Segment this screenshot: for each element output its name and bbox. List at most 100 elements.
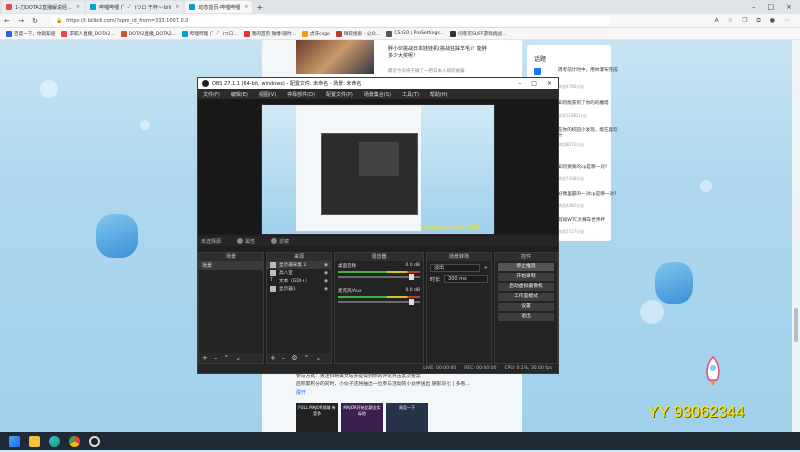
minimize-icon[interactable]: – [518,80,521,87]
remove-icon[interactable]: – [214,354,218,362]
bookmark-item[interactable]: 我的首页 微博-随时... [243,30,296,37]
profile-icon[interactable]: ● [770,17,775,25]
bookmark-icon [6,30,12,37]
obs-logo-icon [202,80,209,87]
close-icon[interactable]: × [244,4,248,10]
bookmark-item[interactable]: 求职人直播_DOTA2... [61,30,115,37]
bookmark-item[interactable]: 微软搜索 - 公众... [335,30,380,37]
image-card[interactable]: 周至一下 [386,403,428,432]
studio-mode-button[interactable]: 工作室模式 [498,293,554,301]
windows-start-icon[interactable] [9,435,20,447]
scene-item[interactable]: 场景 [199,261,263,270]
chrome-icon[interactable] [69,435,80,447]
refresh-icon[interactable]: ↻ [28,17,42,25]
edge-browser-icon[interactable] [49,435,60,447]
trending-item[interactable]: 周考前计时中，用林瀑布完成 [558,68,618,74]
gear-icon[interactable]: ⚙ [291,354,297,362]
maximize-icon[interactable]: □ [531,80,537,87]
settings-button[interactable]: 设置 [498,303,554,311]
bookmark-item[interactable]: 哔哩哔哩 (゜-゜)つロ... [181,30,238,37]
page-scrollbar[interactable] [794,308,798,342]
bookmark-item[interactable]: CS:GO | ProSettings... [386,30,444,37]
sources-footer: + – ⚙ ⌃ ⌄ [267,353,331,363]
volume-slider[interactable] [338,299,420,305]
move-down-icon[interactable]: ⌄ [235,354,241,362]
expand-link[interactable]: 展开 [296,389,306,396]
exit-button[interactable]: 退出 [498,313,554,321]
volume-slider[interactable] [338,274,420,280]
source-item[interactable]: T 文本（GDI+） ◉ [267,277,331,285]
menu-tools[interactable]: 工具(T) [402,91,419,98]
remove-icon[interactable]: – [282,354,286,362]
browser-tab-active[interactable]: 动态首页-哔哩哔哩 × [185,1,253,13]
forward-icon[interactable]: → [14,17,28,25]
article-title[interactable]: 胖小伙挑战日本娃娃机(挑战狂踩羊毛)！能胖多少大奖呢！ [388,46,488,60]
move-up-icon[interactable]: ⌃ [223,354,229,362]
add-icon[interactable]: + [484,265,488,271]
video-thumbnail[interactable] [296,40,374,74]
maximize-icon[interactable]: □ [768,3,775,11]
move-up-icon[interactable]: ⌃ [304,354,310,362]
filters-button[interactable]: 滤镜 [271,238,289,245]
url-input[interactable]: 🔒 https://t.bilibili.com/?spm_id_from=333… [50,15,610,26]
obs-titlebar[interactable]: OBS 27.1.1 (64-bit, windows) - 配置文件: 未命名… [198,78,558,89]
menu-edit[interactable]: 编辑(E) [231,91,248,98]
source-item[interactable]: 显示器1 ◉ [267,285,331,293]
menu-profile[interactable]: 配置文件(P) [326,91,353,98]
eye-icon[interactable]: ◉ [324,287,328,292]
transition-select[interactable]: 淡出 [430,264,480,272]
obs-preview[interactable]: YY 93062344 铁血三国雪 [198,99,558,235]
collections-icon[interactable]: ❐ [742,17,747,25]
bookmark-icon [386,30,393,37]
eye-icon[interactable]: ◉ [324,279,328,284]
bookmark-item[interactable]: DOTA2直播_DOTA2... [120,30,176,37]
close-icon[interactable]: × [175,4,179,10]
add-icon[interactable]: + [202,354,208,362]
menu-view[interactable]: 视图(V) [259,91,276,98]
add-icon[interactable]: + [270,354,276,362]
image-card[interactable]: MAJOR开始比赛全实际地 [341,403,383,432]
menu-file[interactable]: 文件(F) [203,91,220,98]
trending-item[interactable]: 好像里最的一对cp是哪一对? [558,192,618,198]
bookmark-item[interactable]: 问卷可SUFF游戏挑战... [450,30,506,37]
browser-tab[interactable]: 哔哩哔哩 (゜-゜)つロ 干杯~-bili × [86,1,184,13]
trending-stat: 浏览8672讨论 [558,142,585,147]
close-icon[interactable]: × [786,3,792,11]
file-explorer-icon[interactable] [29,435,40,447]
minimize-icon[interactable]: – [752,3,756,11]
bookmark-icon [243,30,250,37]
obs-taskbar-icon[interactable] [89,435,100,447]
menu-scene-collection[interactable]: 场景集合(S) [364,91,391,98]
trending-item[interactable]: 假如WTC大赛车世界杯 [558,218,618,224]
page-scrollbar-track [792,40,800,432]
properties-button[interactable]: 属性 [237,238,255,245]
stop-streaming-button[interactable]: 停止推流 [498,263,554,271]
start-recording-button[interactable]: 开始录制 [498,273,554,281]
close-icon[interactable]: × [547,80,552,87]
plus-icon[interactable]: + [256,3,263,12]
back-icon[interactable]: ← [0,17,14,25]
source-item[interactable]: 高八室 ◉ [267,269,331,277]
topic-icon [534,68,541,75]
eye-icon[interactable]: ◉ [324,263,328,268]
more-icon[interactable]: ⋯ [784,17,790,25]
trending-item[interactable]: 在你的校园小发现，能在喜欢什 [558,128,618,140]
transitions-header: 场景转场 [427,253,491,261]
move-down-icon[interactable]: ⌄ [316,354,322,362]
eye-icon[interactable]: ◉ [324,271,328,276]
duration-input[interactable]: 300 ms [444,275,488,283]
source-item[interactable]: 显示器采集 2 ◉ [267,261,331,269]
close-icon[interactable]: × [76,4,80,10]
trending-item[interactable]: 如何要真的cp是哪一对? [558,165,618,171]
menu-docks[interactable]: 停靠部件(D) [287,91,315,98]
bookmark-item[interactable]: 虎牙csgo [301,30,330,37]
read-aloud-icon[interactable]: A [715,17,719,25]
browser-tab[interactable]: 1-刀DOTA2直播解说经... × [2,1,85,13]
bookmark-item[interactable]: 百度一下，你就知道 [6,30,55,37]
trending-item[interactable]: 如何能获到了你的的魔塔 [558,101,618,107]
start-virtual-camera-button[interactable]: 启动虚拟摄像机 [498,283,554,291]
image-card[interactable]: FULL MAJOR领域 有竞争 [296,403,338,432]
extensions-icon[interactable]: ⧉ [756,17,760,25]
menu-help[interactable]: 帮助(H) [430,91,448,98]
favorite-star-icon[interactable]: ☆ [728,17,733,25]
